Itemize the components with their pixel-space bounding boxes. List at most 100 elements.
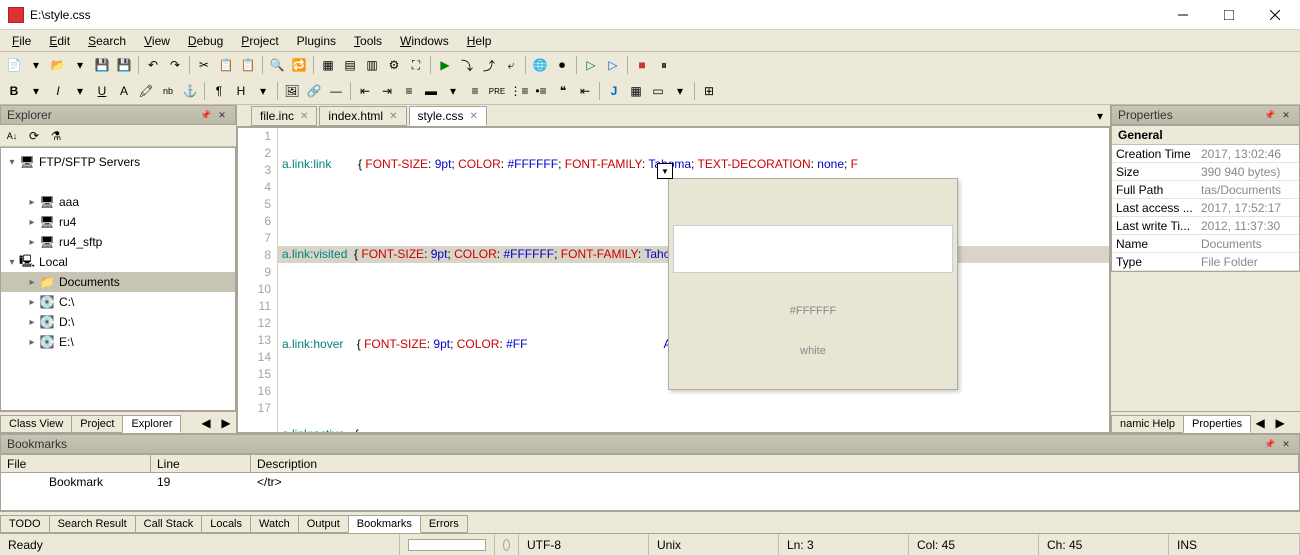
tab-properties[interactable]: Properties — [1183, 415, 1251, 433]
forward-icon[interactable]: ▷ — [603, 55, 623, 75]
pre-icon[interactable]: PRE — [487, 81, 507, 101]
close-panel-icon[interactable]: ✕ — [215, 108, 229, 122]
step-into-icon[interactable]: ⤴ — [479, 55, 499, 75]
new-file-icon[interactable]: 📄 — [4, 55, 24, 75]
settings-icon[interactable]: ⚙ — [384, 55, 404, 75]
redo-icon[interactable]: ↷ — [165, 55, 185, 75]
tab-explorer[interactable]: Explorer — [122, 415, 181, 433]
menu-debug[interactable]: Debug — [180, 32, 231, 50]
form-icon[interactable]: ▭ — [648, 81, 668, 101]
para-icon[interactable]: ¶ — [209, 81, 229, 101]
output-tab[interactable]: Search Result — [49, 515, 136, 533]
output-tab[interactable]: Output — [298, 515, 349, 533]
close-icon[interactable]: ✕ — [470, 111, 478, 122]
close-panel-icon[interactable]: ✕ — [1279, 108, 1293, 122]
tab-style-css[interactable]: style.css✕ — [409, 106, 487, 126]
tab-file-inc[interactable]: file.inc✕ — [251, 106, 317, 126]
open-icon[interactable]: 📂 — [48, 55, 68, 75]
image-icon[interactable]: 🖼 — [282, 81, 302, 101]
italic-dd-icon[interactable]: ▾ — [70, 81, 90, 101]
step-over-icon[interactable]: ⤵ — [457, 55, 477, 75]
col-file[interactable]: File — [1, 455, 151, 472]
tabs-menu-icon[interactable]: ▾ — [1090, 106, 1110, 126]
pin-icon[interactable]: 📌 — [1263, 108, 1277, 122]
save-all-icon[interactable]: 💾 — [114, 55, 134, 75]
cut-icon[interactable]: ✂ — [194, 55, 214, 75]
pin-icon[interactable]: 📌 — [1263, 437, 1277, 451]
font-icon[interactable]: A — [114, 81, 134, 101]
menu-search[interactable]: Search — [80, 32, 134, 50]
tree-item[interactable]: ▸📁Documents — [1, 272, 235, 292]
col-desc[interactable]: Description — [251, 455, 1299, 472]
heading-icon[interactable]: H — [231, 81, 251, 101]
col-line[interactable]: Line — [151, 455, 251, 472]
list-icon[interactable]: ≡ — [465, 81, 485, 101]
close-button[interactable] — [1252, 0, 1298, 30]
bold-icon[interactable]: B — [4, 81, 24, 101]
table-icon[interactable]: ▦ — [626, 81, 646, 101]
tab-classview[interactable]: Class View — [0, 415, 72, 433]
tabs-prev-icon[interactable]: ◀ — [196, 413, 216, 433]
stop-icon[interactable]: ■ — [632, 55, 652, 75]
toggle-2-icon[interactable]: ▤ — [340, 55, 360, 75]
indent-left-icon[interactable]: ⇤ — [355, 81, 375, 101]
status-encoding[interactable]: UTF-8 — [519, 534, 649, 555]
link-icon[interactable]: 🔗 — [304, 81, 324, 101]
output-tab[interactable]: Watch — [250, 515, 299, 533]
close-panel-icon[interactable]: ✕ — [1279, 437, 1293, 451]
tooltip-dropdown-icon[interactable]: ▼ — [657, 163, 673, 179]
tree-item[interactable]: ▸🖥ru4_sftp — [1, 232, 235, 252]
tab-index-html[interactable]: index.html✕ — [319, 106, 406, 126]
property-row[interactable]: NameDocuments — [1112, 235, 1299, 253]
tab-dynamic-help[interactable]: namic Help — [1111, 415, 1184, 433]
output-tab[interactable]: Errors — [420, 515, 468, 533]
tree-item[interactable]: ▸🖥ru4 — [1, 212, 235, 232]
menu-view[interactable]: View — [136, 32, 178, 50]
maximize-button[interactable] — [1206, 0, 1252, 30]
save-icon[interactable]: 💾 — [92, 55, 112, 75]
menu-help[interactable]: Help — [459, 32, 500, 50]
tabs-prev-icon[interactable]: ◀ — [1250, 413, 1270, 433]
tree-item[interactable]: ▸💽D:\ — [1, 312, 235, 332]
ul-icon[interactable]: •≡ — [531, 81, 551, 101]
record-icon[interactable]: ⏺ — [552, 55, 572, 75]
menu-tools[interactable]: Tools — [346, 32, 390, 50]
heading-dd-icon[interactable]: ▾ — [253, 81, 273, 101]
toggle-1-icon[interactable]: ▦ — [318, 55, 338, 75]
menu-file[interactable]: File — [4, 32, 39, 50]
toggle-3-icon[interactable]: ▥ — [362, 55, 382, 75]
anchor-icon[interactable]: ⚓ — [180, 81, 200, 101]
status-eol[interactable]: Unix — [649, 534, 779, 555]
italic-icon[interactable]: I — [48, 81, 68, 101]
menu-edit[interactable]: Edit — [41, 32, 78, 50]
filter-icon[interactable]: ⚗ — [46, 126, 66, 146]
bookmark-row[interactable]: Bookmark 19 </tr> — [1, 473, 1299, 491]
tabs-next-icon[interactable]: ▶ — [1270, 413, 1290, 433]
menu-plugins[interactable]: Plugins — [289, 32, 344, 50]
tree-item[interactable]: ▾🖥FTP/SFTP Servers — [1, 152, 235, 172]
menu-project[interactable]: Project — [233, 32, 286, 50]
hr-icon[interactable]: — — [326, 81, 346, 101]
property-row[interactable]: Full Pathtas/Documents — [1112, 181, 1299, 199]
open-dropdown-icon[interactable]: ▾ — [70, 55, 90, 75]
pin-icon[interactable]: 📌 — [199, 108, 213, 122]
replace-icon[interactable]: 🔁 — [289, 55, 309, 75]
js-icon[interactable]: J — [604, 81, 624, 101]
close-icon[interactable]: ✕ — [300, 111, 308, 122]
property-row[interactable]: Last write Ti...2012, 11:37:30 — [1112, 217, 1299, 235]
tree-item[interactable]: ▸💽E:\ — [1, 332, 235, 352]
play-icon[interactable]: ▷ — [581, 55, 601, 75]
quote-icon[interactable]: ❝ — [553, 81, 573, 101]
underline-icon[interactable]: U — [92, 81, 112, 101]
sort-icon[interactable]: A↓ — [2, 126, 22, 146]
step-out-icon[interactable]: ⤶ — [501, 55, 521, 75]
ol-icon[interactable]: ⋮≡ — [509, 81, 529, 101]
property-row[interactable]: Last access ...2017, 17:52:17 — [1112, 199, 1299, 217]
globe-icon[interactable]: 🌐 — [530, 55, 550, 75]
status-ins[interactable]: INS — [1169, 534, 1300, 555]
block-icon[interactable]: ▬ — [421, 81, 441, 101]
new-dropdown-icon[interactable]: ▾ — [26, 55, 46, 75]
code-body[interactable]: a.link:link { FONT-SIZE: 9pt; COLOR: #FF… — [278, 128, 1109, 432]
output-tab[interactable]: Call Stack — [135, 515, 203, 533]
output-tab[interactable]: TODO — [0, 515, 50, 533]
